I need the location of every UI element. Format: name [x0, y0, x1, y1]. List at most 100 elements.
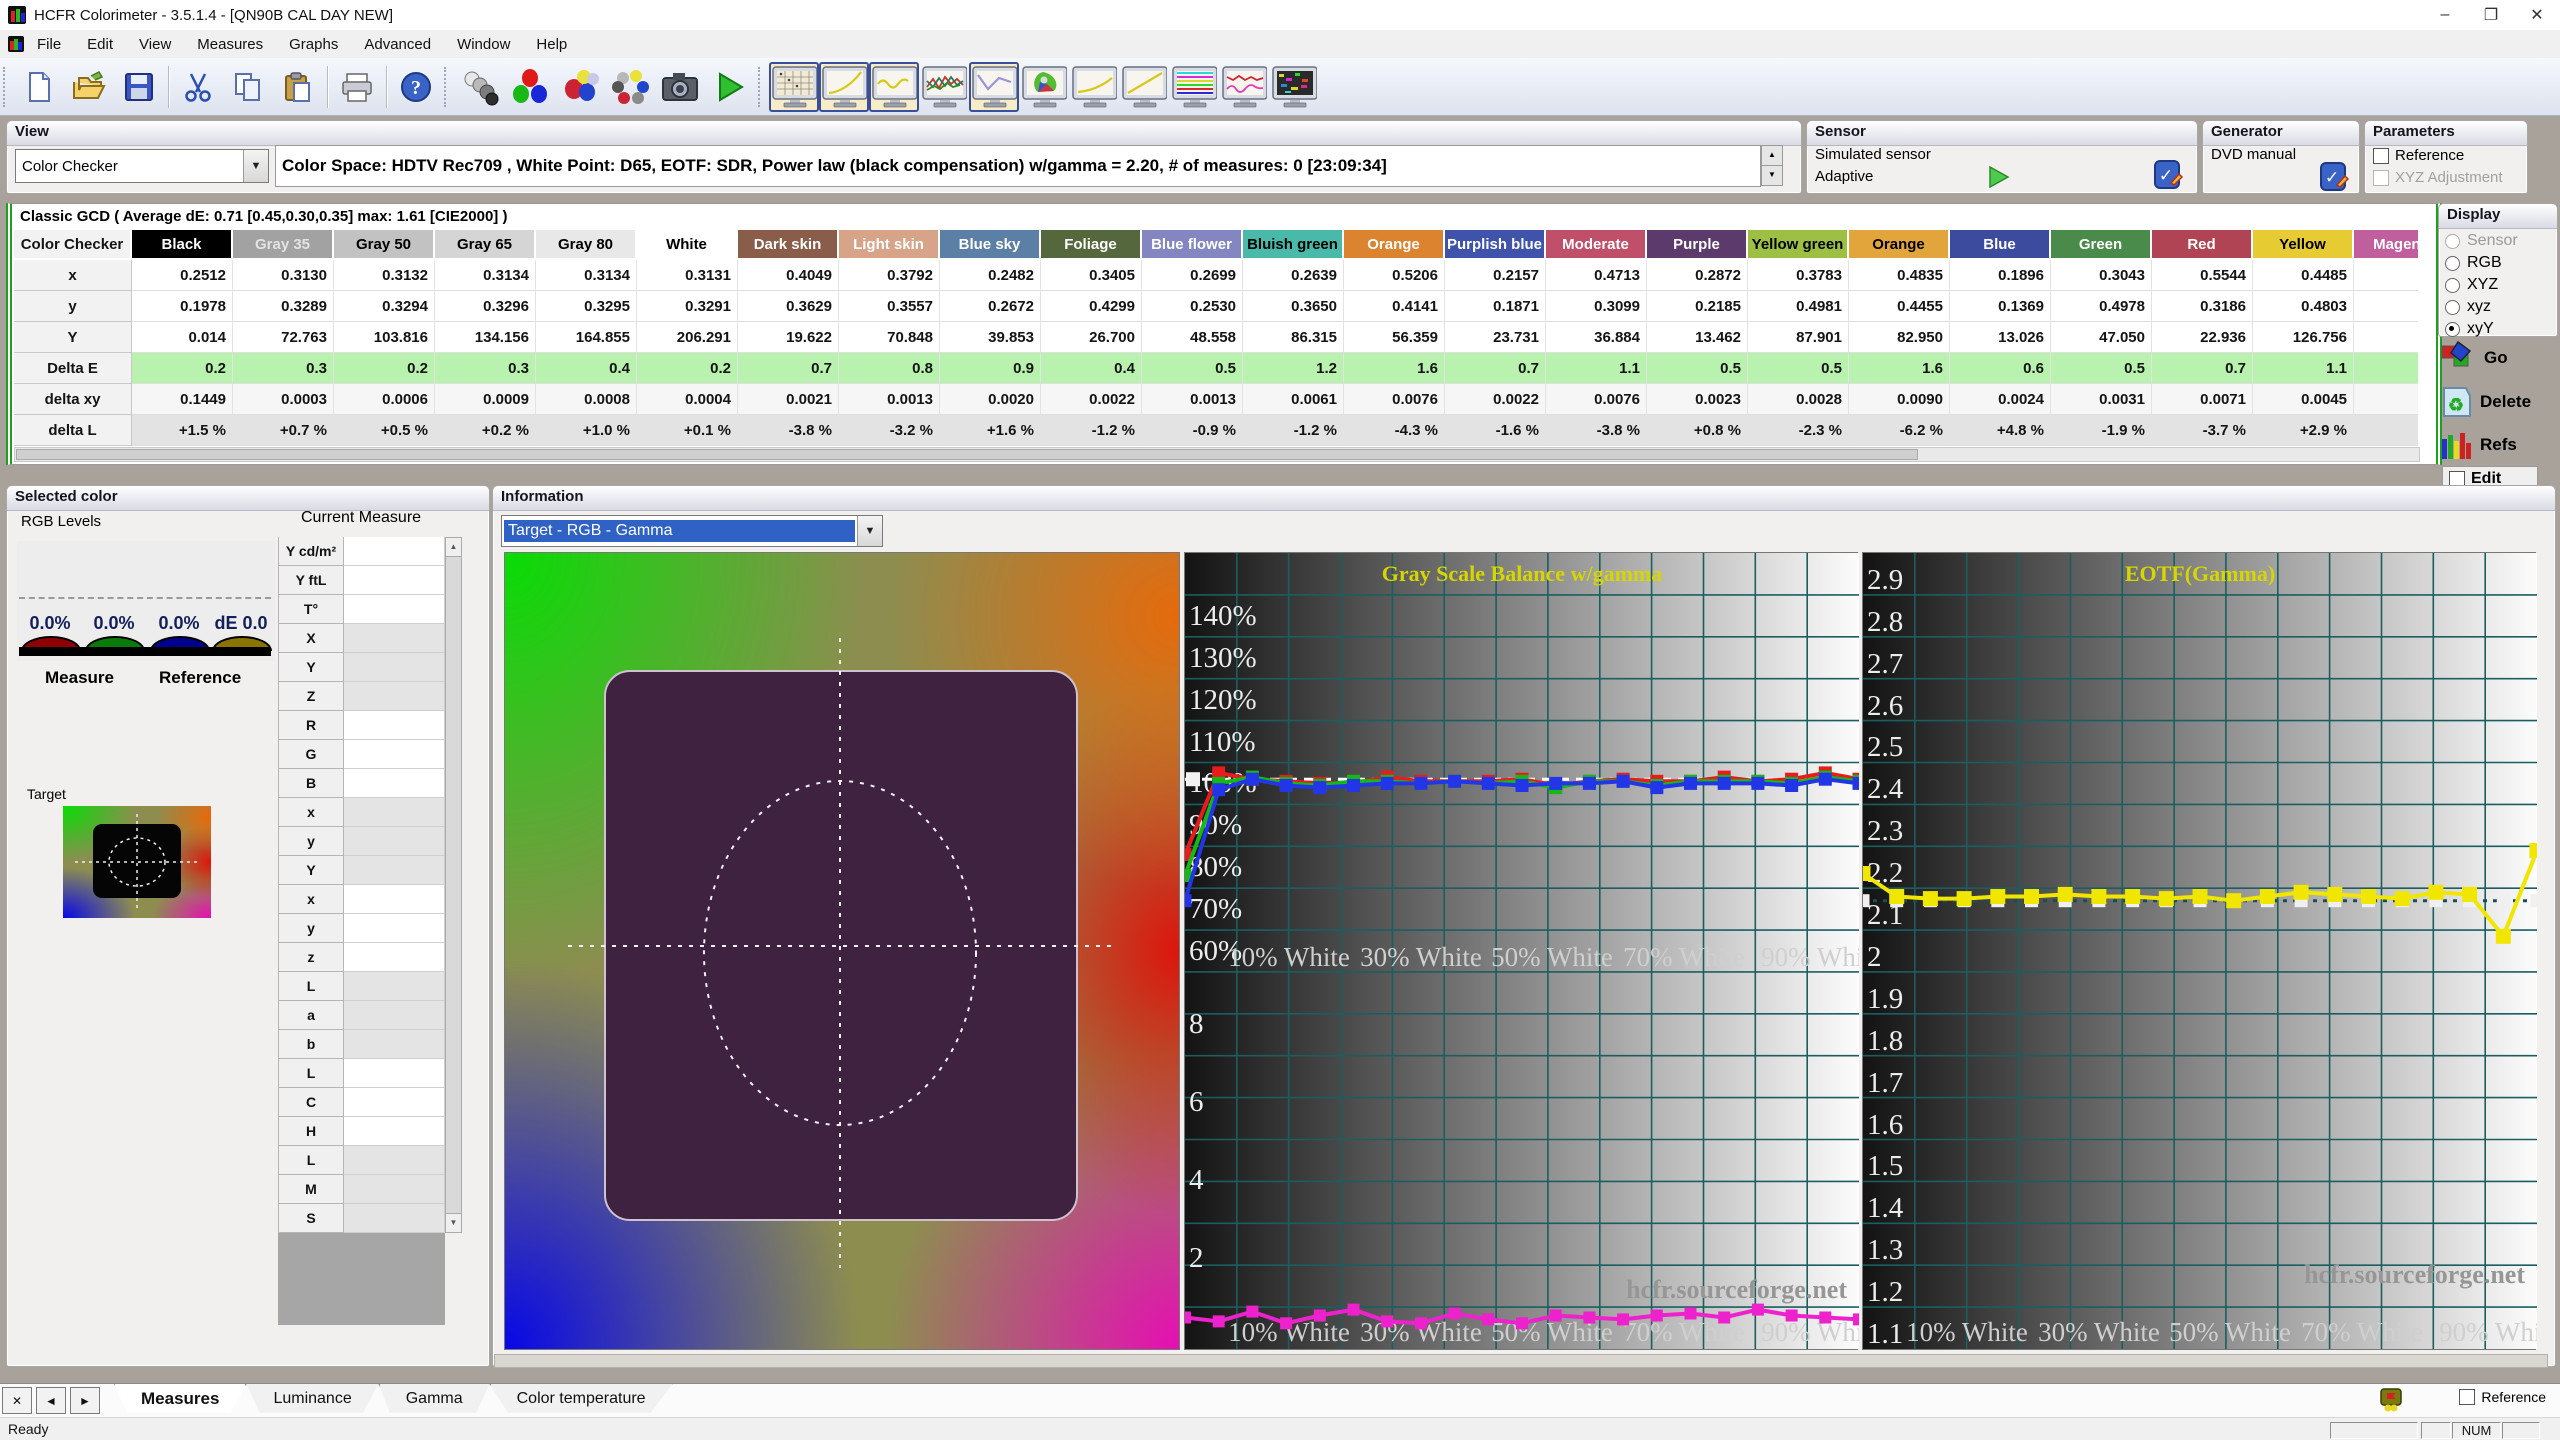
view-linear-button[interactable]	[1119, 62, 1169, 112]
cell-x-19[interactable]: 0.3043	[2051, 260, 2152, 291]
cell-x-11[interactable]: 0.2639	[1243, 260, 1344, 291]
cell-Y-16[interactable]: 87.901	[1748, 322, 1849, 353]
refs-button[interactable]: Refs	[2440, 426, 2556, 464]
cell-x-14[interactable]: 0.4713	[1546, 260, 1647, 291]
cell-delta_xy-20[interactable]: 0.0071	[2152, 384, 2253, 415]
cm-value-18[interactable]	[344, 1059, 445, 1088]
cell-x-16[interactable]: 0.3783	[1748, 260, 1849, 291]
view-gamma-curve-button[interactable]	[819, 62, 869, 112]
cm-value-11[interactable]	[344, 856, 445, 885]
cell-delta_xy-19[interactable]: 0.0031	[2051, 384, 2152, 415]
column-header-gray-80[interactable]: Gray 80	[536, 230, 637, 260]
cell-delta_l-6[interactable]: -3.8 %	[738, 415, 839, 446]
menu-help[interactable]: Help	[523, 36, 580, 53]
pattern-flag-icon[interactable]	[2379, 1388, 2403, 1412]
cell-delta_l-0[interactable]: +1.5 %	[132, 415, 233, 446]
cell-Y-20[interactable]: 22.936	[2152, 322, 2253, 353]
cell-delta_l-3[interactable]: +0.2 %	[435, 415, 536, 446]
cell-x-17[interactable]: 0.4835	[1849, 260, 1950, 291]
column-header-green[interactable]: Green	[2051, 230, 2152, 260]
cie-color-square[interactable]	[504, 552, 1180, 1350]
cell-y-1[interactable]: 0.3289	[233, 291, 334, 322]
cell-delta_xy-0[interactable]: 0.1449	[132, 384, 233, 415]
display-radio-RGB[interactable]: RGB	[2439, 252, 2557, 274]
reference-checkbox[interactable]: Reference	[2373, 147, 2464, 164]
info-spinner[interactable]: ▲ ▼	[1761, 145, 1783, 185]
cell-Y-0[interactable]: 0.014	[132, 322, 233, 353]
cell-delta_e-14[interactable]: 1.1	[1546, 353, 1647, 384]
cell-delta_l-12[interactable]: -4.3 %	[1344, 415, 1445, 446]
cm-value-20[interactable]	[344, 1117, 445, 1146]
column-header-blue-flower[interactable]: Blue flower	[1142, 230, 1243, 260]
cell-Y-7[interactable]: 70.848	[839, 322, 940, 353]
cell-y-19[interactable]: 0.4978	[2051, 291, 2152, 322]
column-header-magenta[interactable]: Magenta	[2354, 230, 2418, 260]
cell-delta_xy-17[interactable]: 0.0090	[1849, 384, 1950, 415]
cm-value-8[interactable]	[344, 769, 445, 798]
table-horizontal-scrollbar[interactable]	[14, 447, 2420, 462]
current-measure-scrollbar[interactable]: ▲ ▼	[445, 537, 462, 1233]
column-header-purplish-blue[interactable]: Purplish blue	[1445, 230, 1546, 260]
menu-file[interactable]: File	[24, 36, 74, 53]
delete-button[interactable]: ♻ Delete	[2440, 382, 2556, 422]
cell-y-21[interactable]: 0.4803	[2253, 291, 2354, 322]
cell-Y-21[interactable]: 126.756	[2253, 322, 2354, 353]
measure-grayscale-icon[interactable]	[455, 62, 505, 112]
cm-value-12[interactable]	[344, 885, 445, 914]
cell-delta_l-4[interactable]: +1.0 %	[536, 415, 637, 446]
view-near-black-button[interactable]	[869, 62, 919, 112]
cell-Y-10[interactable]: 48.558	[1142, 322, 1243, 353]
help-icon[interactable]: ?	[391, 62, 441, 112]
cell-y-14[interactable]: 0.3099	[1546, 291, 1647, 322]
cell-x-6[interactable]: 0.4049	[738, 260, 839, 291]
cell-delta_e-17[interactable]: 1.6	[1849, 353, 1950, 384]
column-header-red[interactable]: Red	[2152, 230, 2253, 260]
cm-value-6[interactable]	[344, 711, 445, 740]
minimize-button[interactable]: –	[2422, 0, 2468, 30]
cell-x-21[interactable]: 0.4485	[2253, 260, 2354, 291]
cell-y-16[interactable]: 0.4981	[1748, 291, 1849, 322]
sensor-config-icon[interactable]: ✓	[2153, 159, 2183, 191]
cell-x-3[interactable]: 0.3134	[435, 260, 536, 291]
column-header-white[interactable]: White	[637, 230, 738, 260]
chevron-down-icon[interactable]: ▼	[243, 150, 268, 182]
cell-delta_l-5[interactable]: +0.1 %	[637, 415, 738, 446]
cell-x-13[interactable]: 0.2157	[1445, 260, 1546, 291]
cell-Y-22[interactable]	[2354, 322, 2418, 353]
view-mode-dropdown[interactable]: Color Checker ▼	[15, 149, 269, 183]
measure-primaries-icon[interactable]	[505, 62, 555, 112]
cell-y-17[interactable]: 0.4455	[1849, 291, 1950, 322]
cell-Y-14[interactable]: 36.884	[1546, 322, 1647, 353]
sensor-run-icon[interactable]	[1987, 165, 2011, 189]
menu-advanced[interactable]: Advanced	[351, 36, 444, 53]
run-measures-icon[interactable]	[705, 62, 755, 112]
cell-y-12[interactable]: 0.4141	[1344, 291, 1445, 322]
cell-Y-11[interactable]: 86.315	[1243, 322, 1344, 353]
cell-Y-6[interactable]: 19.622	[738, 322, 839, 353]
cell-y-0[interactable]: 0.1978	[132, 291, 233, 322]
cell-delta_l-8[interactable]: +1.6 %	[940, 415, 1041, 446]
column-header-yellow-green[interactable]: Yellow green	[1748, 230, 1849, 260]
cell-delta_e-11[interactable]: 1.2	[1243, 353, 1344, 384]
cell-Y-9[interactable]: 26.700	[1041, 322, 1142, 353]
column-header-gray-35[interactable]: Gray 35	[233, 230, 334, 260]
cell-Y-19[interactable]: 47.050	[2051, 322, 2152, 353]
cell-y-6[interactable]: 0.3629	[738, 291, 839, 322]
cell-delta_xy-18[interactable]: 0.0024	[1950, 384, 2051, 415]
cm-value-19[interactable]	[344, 1088, 445, 1117]
cm-value-0[interactable]	[344, 537, 445, 566]
cell-x-12[interactable]: 0.5206	[1344, 260, 1445, 291]
column-header-moderate[interactable]: Moderate	[1546, 230, 1647, 260]
cell-delta_l-11[interactable]: -1.2 %	[1243, 415, 1344, 446]
cell-delta_e-2[interactable]: 0.2	[334, 353, 435, 384]
menu-graphs[interactable]: Graphs	[276, 36, 351, 53]
cell-delta_xy-3[interactable]: 0.0009	[435, 384, 536, 415]
chevron-down-icon[interactable]: ▼	[857, 516, 882, 546]
open-file-icon[interactable]	[64, 62, 114, 112]
measure-secondaries-icon[interactable]	[555, 62, 605, 112]
cell-Y-4[interactable]: 164.855	[536, 322, 637, 353]
menu-view[interactable]: View	[126, 36, 184, 53]
cell-delta_e-16[interactable]: 0.5	[1748, 353, 1849, 384]
cell-y-2[interactable]: 0.3294	[334, 291, 435, 322]
cm-value-23[interactable]	[344, 1204, 445, 1233]
